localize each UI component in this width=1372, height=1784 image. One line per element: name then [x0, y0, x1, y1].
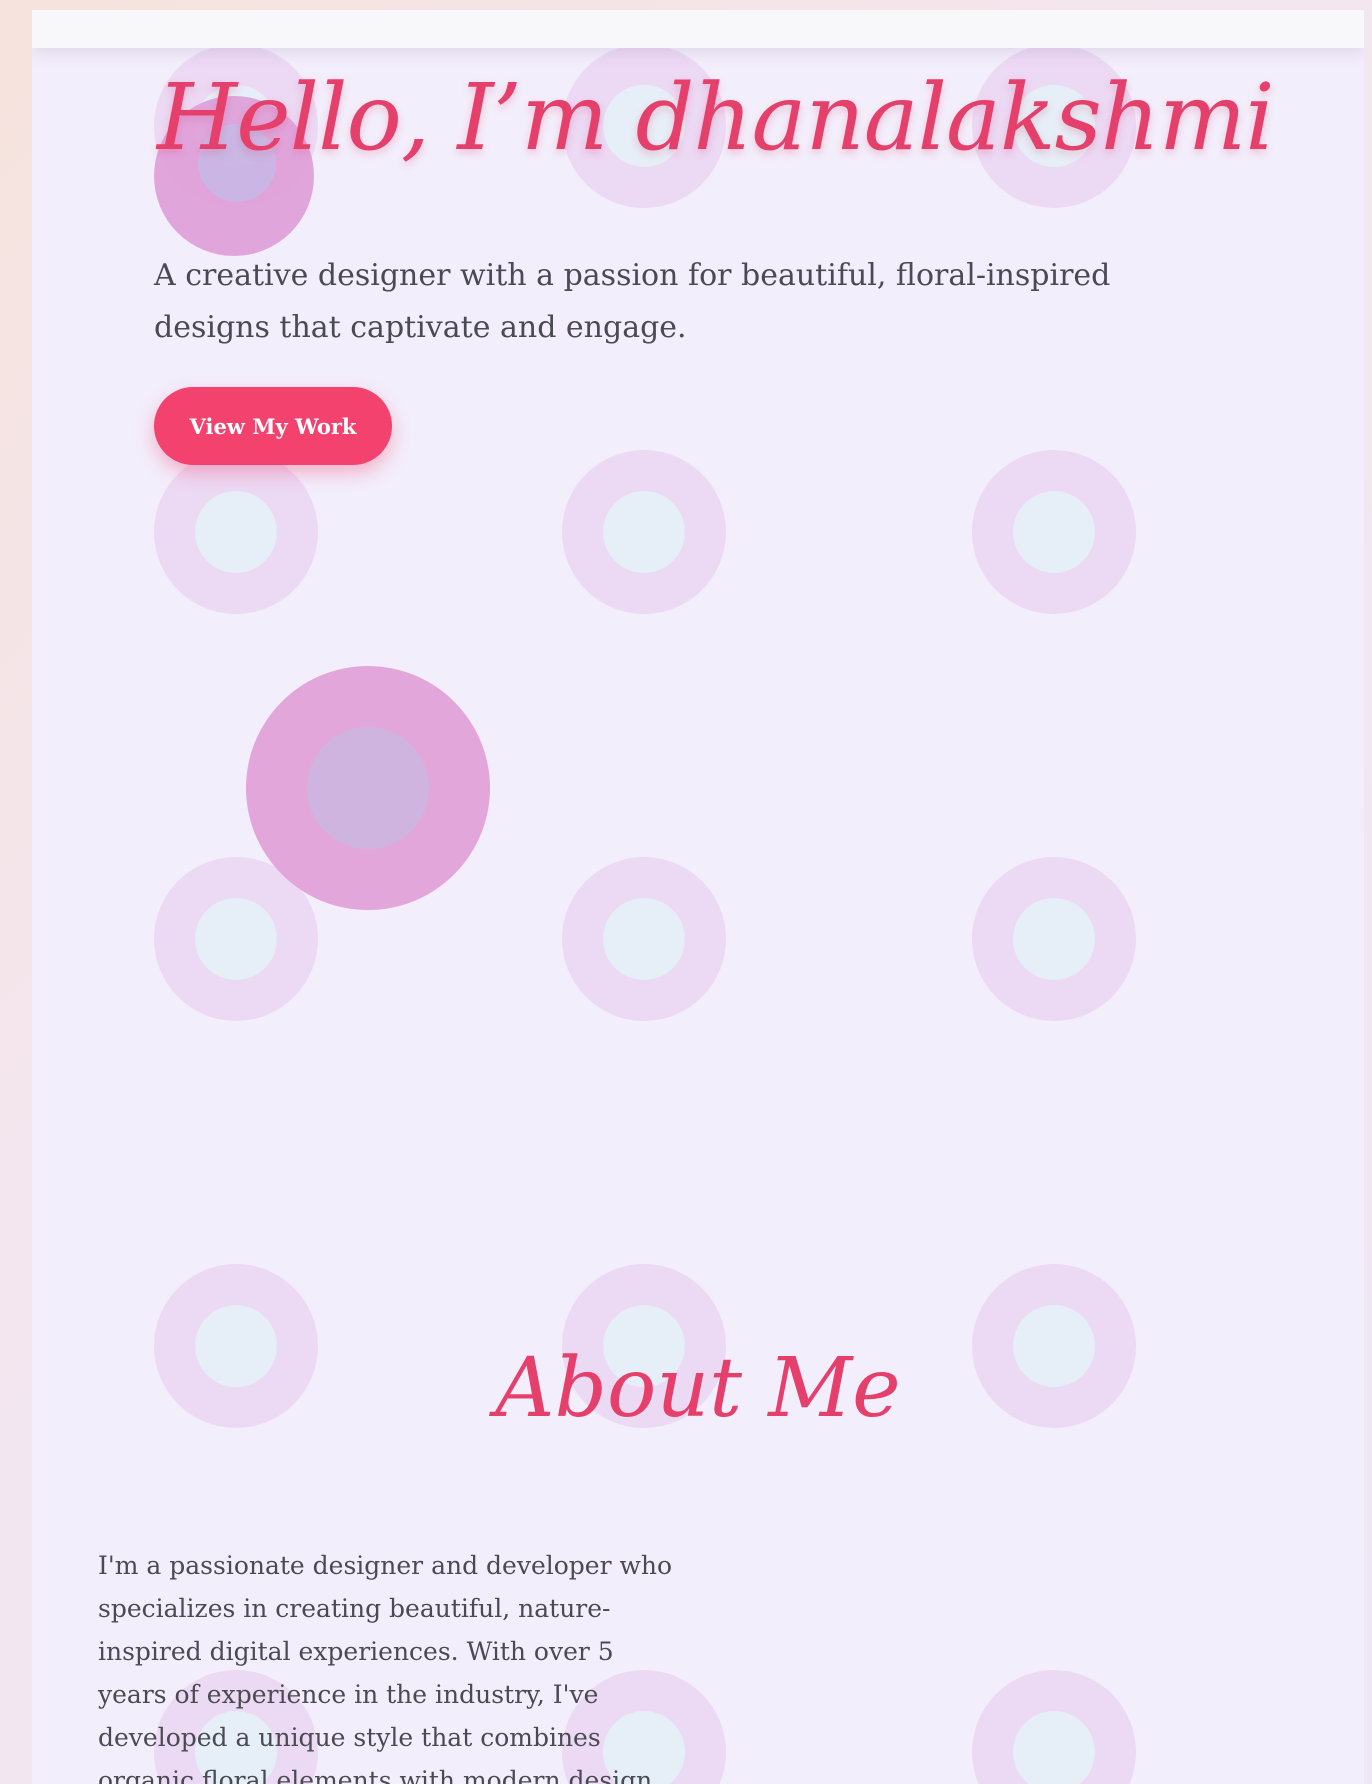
hero-subtitle: A creative designer with a passion for b…	[154, 258, 1111, 345]
floral-decoration	[154, 450, 318, 614]
hero-title: Hello, I’m dhanalakshmi	[157, 64, 1275, 171]
top-navigation-bar	[32, 10, 1364, 48]
floral-decoration	[562, 857, 726, 1021]
floral-decoration	[972, 857, 1136, 1021]
about-description: I'm a passionate designer and developer …	[98, 1551, 673, 1784]
about-section-title: About Me	[495, 1341, 901, 1436]
floral-decoration	[562, 450, 726, 614]
floating-flower-decoration	[246, 666, 490, 910]
portfolio-page: Hello, I’m dhanalakshmi A creative desig…	[32, 10, 1364, 1784]
floral-decoration	[972, 450, 1136, 614]
floral-decoration	[972, 1670, 1136, 1784]
view-my-work-button[interactable]: View My Work	[154, 387, 392, 465]
